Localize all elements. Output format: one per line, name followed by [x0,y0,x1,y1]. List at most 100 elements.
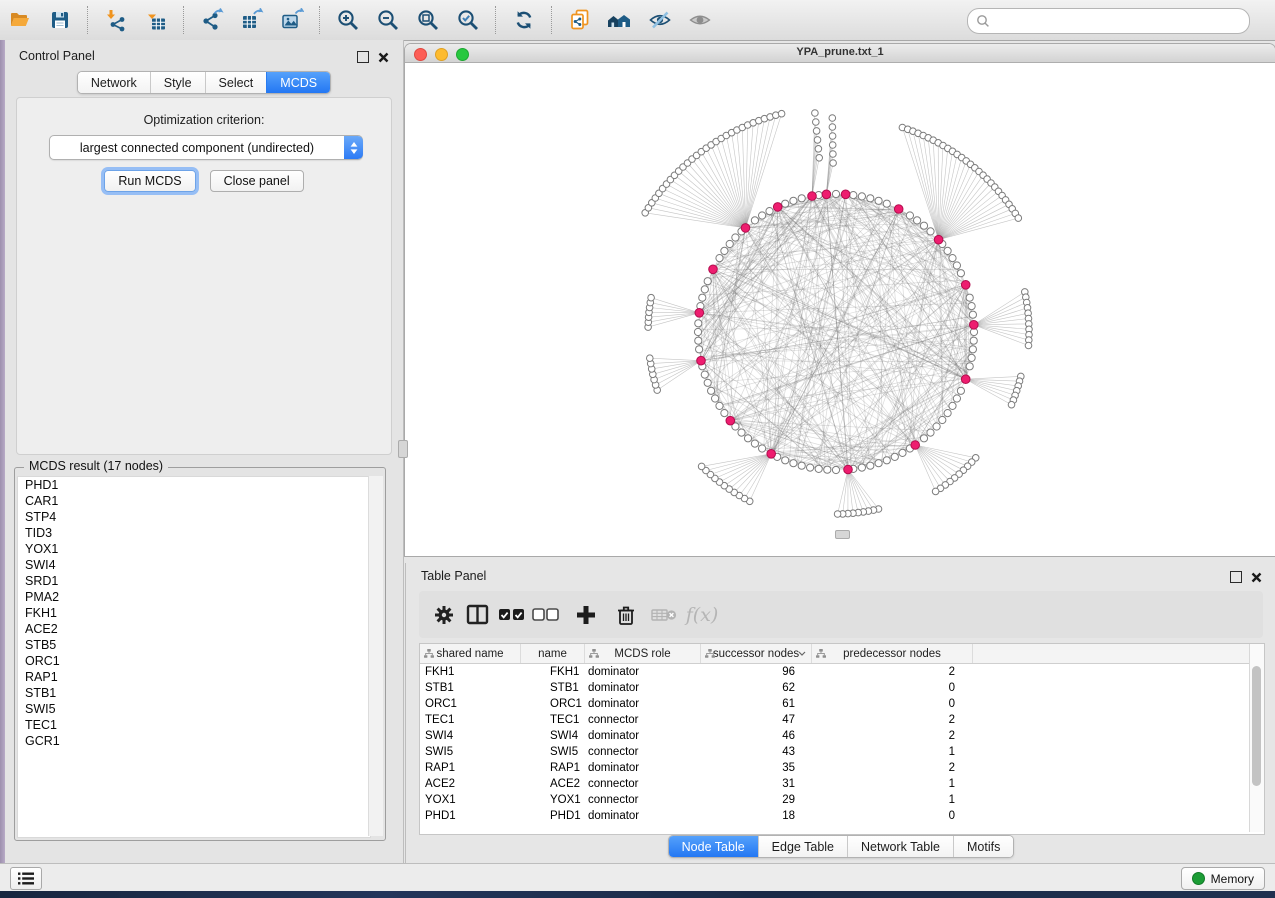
mcds-result-item[interactable]: TEC1 [18,717,370,733]
add-row-button[interactable] [569,598,603,632]
import-network-button[interactable] [98,4,134,36]
cell-predecessor-nodes[interactable]: 1 [808,792,968,808]
cell-successor-nodes[interactable]: 18 [698,808,808,824]
cell-name[interactable]: PHD1 [520,808,583,824]
close-panel-button[interactable] [378,50,389,68]
table-row[interactable]: PHD1PHD1dominator180 [420,808,1249,824]
show-columns-button[interactable] [461,598,495,632]
mcds-result-item[interactable]: SRD1 [18,573,370,589]
mcds-result-item[interactable]: ORC1 [18,653,370,669]
cell-shared-name[interactable]: SWI4 [420,728,520,744]
cell-predecessor-nodes[interactable]: 0 [808,680,968,696]
table-row[interactable]: RAP1RAP1dominator352 [420,760,1249,776]
close-panel-button-mcds[interactable]: Close panel [210,170,304,192]
table-row[interactable]: YOX1YOX1connector291 [420,792,1249,808]
cell-MCDS-role[interactable]: dominator [583,680,698,696]
cell-predecessor-nodes[interactable]: 2 [808,664,968,680]
cell-shared-name[interactable]: ORC1 [420,696,520,712]
zoom-out-button[interactable] [370,4,406,36]
cell-predecessor-nodes[interactable]: 1 [808,776,968,792]
export-table-button[interactable] [234,4,270,36]
cell-predecessor-nodes[interactable]: 2 [808,760,968,776]
copy-network-button[interactable] [562,4,598,36]
cell-shared-name[interactable]: RAP1 [420,760,520,776]
network-graph[interactable] [405,63,1275,556]
table-settings-button[interactable] [427,598,461,632]
cell-shared-name[interactable]: FKH1 [420,664,520,680]
column-header-MCDS-role[interactable]: MCDS role [585,644,701,663]
cell-shared-name[interactable]: YOX1 [420,792,520,808]
mcds-result-item[interactable]: TID3 [18,525,370,541]
export-image-button[interactable] [274,4,310,36]
table-scrollbar-thumb[interactable] [1252,666,1261,786]
mcds-result-item[interactable]: RAP1 [18,669,370,685]
mcds-result-item[interactable]: ACE2 [18,621,370,637]
tab-network-table[interactable]: Network Table [847,836,953,857]
cell-predecessor-nodes[interactable]: 0 [808,696,968,712]
cell-name[interactable]: SWI5 [520,744,583,760]
network-canvas[interactable] [405,63,1275,556]
column-header-shared-name[interactable]: shared name [420,644,521,663]
cell-MCDS-role[interactable]: dominator [583,728,698,744]
task-history-button[interactable] [10,867,42,890]
save-session-button[interactable] [42,4,78,36]
cell-MCDS-role[interactable]: connector [583,792,698,808]
mcds-result-item[interactable]: PMA2 [18,589,370,605]
cell-MCDS-role[interactable]: dominator [583,664,698,680]
cell-successor-nodes[interactable]: 35 [698,760,808,776]
tab-network[interactable]: Network [78,72,150,93]
table-row[interactable]: TEC1TEC1connector472 [420,712,1249,728]
splitter-grip-vertical[interactable] [398,440,408,458]
cell-name[interactable]: STB1 [520,680,583,696]
table-row[interactable]: ACE2ACE2connector311 [420,776,1249,792]
cell-MCDS-role[interactable]: connector [583,712,698,728]
cell-successor-nodes[interactable]: 43 [698,744,808,760]
memory-button[interactable]: Memory [1181,867,1265,890]
cell-name[interactable]: YOX1 [520,792,583,808]
table-row[interactable]: SWI4SWI4dominator462 [420,728,1249,744]
refresh-button[interactable] [506,4,542,36]
tab-select[interactable]: Select [205,72,267,93]
cell-successor-nodes[interactable]: 61 [698,696,808,712]
table-row[interactable]: FKH1FKH1dominator962 [420,664,1249,680]
optimization-criterion-select[interactable]: largest connected component (undirected) [49,135,363,160]
cell-shared-name[interactable]: SWI5 [420,744,520,760]
close-table-panel-button[interactable] [1251,570,1262,588]
cell-MCDS-role[interactable]: connector [583,776,698,792]
hide-selected-button[interactable] [642,4,678,36]
mcds-list-scrollbar[interactable] [368,476,383,836]
table-scrollbar[interactable] [1249,644,1264,832]
float-table-panel-button[interactable] [1230,570,1242,588]
cell-MCDS-role[interactable]: dominator [583,696,698,712]
cell-predecessor-nodes[interactable]: 2 [808,728,968,744]
mcds-result-item[interactable]: STB5 [18,637,370,653]
tab-edge-table[interactable]: Edge Table [758,836,847,857]
delete-table-button-disabled[interactable] [647,598,681,632]
import-table-button[interactable] [138,4,174,36]
cell-predecessor-nodes[interactable]: 1 [808,744,968,760]
mcds-result-item[interactable]: STB1 [18,685,370,701]
table-row[interactable]: ORC1ORC1dominator610 [420,696,1249,712]
search-input[interactable] [996,13,1241,29]
cell-MCDS-role[interactable]: dominator [583,760,698,776]
delete-row-button[interactable] [609,598,643,632]
mcds-result-item[interactable]: STP4 [18,509,370,525]
mcds-result-item[interactable]: GCR1 [18,733,370,749]
cell-name[interactable]: SWI4 [520,728,583,744]
mcds-result-item[interactable]: SWI4 [18,557,370,573]
column-header-predecessor-nodes[interactable]: predecessor nodes [812,644,973,663]
cell-predecessor-nodes[interactable]: 2 [808,712,968,728]
table-row[interactable]: SWI5SWI5connector431 [420,744,1249,760]
tab-style[interactable]: Style [150,72,205,93]
tab-node-table[interactable]: Node Table [669,836,758,857]
cell-successor-nodes[interactable]: 96 [698,664,808,680]
zoom-selected-button[interactable] [450,4,486,36]
float-panel-button[interactable] [357,50,369,68]
cell-successor-nodes[interactable]: 47 [698,712,808,728]
export-network-button[interactable] [194,4,230,36]
cell-name[interactable]: FKH1 [520,664,583,680]
function-builder-button-disabled[interactable]: f(x) [685,598,719,632]
cell-successor-nodes[interactable]: 62 [698,680,808,696]
cell-successor-nodes[interactable]: 29 [698,792,808,808]
cell-shared-name[interactable]: STB1 [420,680,520,696]
